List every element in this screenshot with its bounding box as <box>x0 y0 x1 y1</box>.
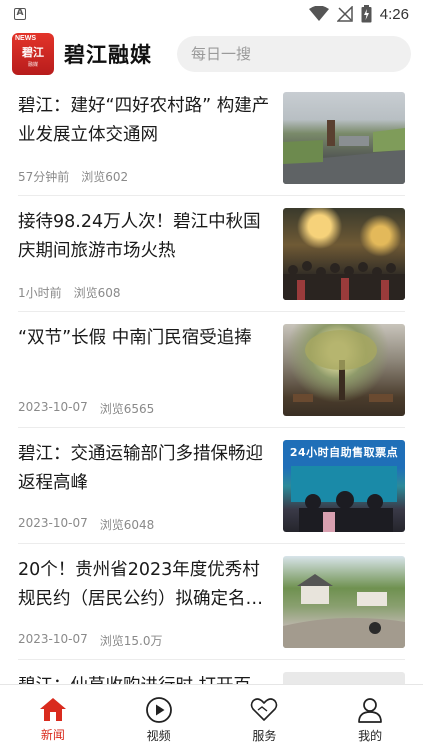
nav-item-profile[interactable]: 我的 <box>317 685 423 752</box>
search-bar[interactable] <box>177 36 411 72</box>
news-thumbnail[interactable]: 24小时自助售取票点 <box>283 440 405 532</box>
play-circle-icon <box>145 696 172 723</box>
news-item[interactable]: 碧江：仙草收购进行时 打开百 <box>18 660 405 684</box>
news-title[interactable]: 碧江：建好“四好农村路” 构建产业发展立体交通网 <box>18 92 273 150</box>
nav-item-video[interactable]: 视频 <box>106 685 212 752</box>
news-views: 浏览602 <box>81 170 129 184</box>
news-title[interactable]: 碧江：交通运输部门多措保畅迎返程高峰 <box>18 440 273 498</box>
logo-subtext: 融媒 <box>27 62 38 68</box>
status-time: 4:26 <box>379 5 409 23</box>
news-views: 浏览6565 <box>99 402 155 416</box>
nav-item-news[interactable]: 新闻 <box>0 685 106 752</box>
news-thumbnail[interactable] <box>283 324 405 416</box>
user-icon <box>358 697 382 723</box>
nav-label: 我的 <box>358 728 383 743</box>
news-time: 57分钟前 <box>18 170 70 184</box>
status-bar: A 4:26 <box>0 0 423 28</box>
news-views: 浏览608 <box>73 286 121 300</box>
news-item[interactable]: 碧江：建好“四好农村路” 构建产业发展立体交通网 57分钟前 浏览602 <box>18 80 405 196</box>
news-item[interactable]: 接待98.24万人次！碧江中秋国庆期间旅游市场火热 1小时前 浏览608 <box>18 196 405 312</box>
heart-hands-icon <box>251 697 278 721</box>
home-icon <box>39 697 66 721</box>
news-feed[interactable]: 碧江：建好“四好农村路” 构建产业发展立体交通网 57分钟前 浏览602 接待9… <box>0 80 423 684</box>
news-time: 2023-10-07 <box>18 632 88 646</box>
app-header: NEWS 碧江 融媒 碧江融媒 <box>0 28 423 80</box>
news-time: 2023-10-07 <box>18 400 88 414</box>
news-item[interactable]: 20个！贵州省2023年度优秀村规民约（居民公约）拟确定名单公示 2023-10… <box>18 544 405 660</box>
news-time: 1小时前 <box>18 286 62 300</box>
logo-text: 碧江 <box>22 46 44 59</box>
news-item[interactable]: 碧江：交通运输部门多措保畅迎返程高峰 2023-10-07 浏览6048 24小… <box>18 428 405 544</box>
wifi-icon <box>308 6 329 21</box>
battery-charging-icon <box>361 5 372 23</box>
search-input[interactable] <box>191 45 385 63</box>
news-thumbnail[interactable] <box>283 208 405 300</box>
app-title: 碧江融媒 <box>64 43 152 67</box>
news-title[interactable]: “双节”长假 中南门民宿受追捧 <box>18 324 273 382</box>
news-title[interactable]: 20个！贵州省2023年度优秀村规民约（居民公约）拟确定名单公示 <box>18 556 273 614</box>
no-signal-icon <box>336 6 353 22</box>
ticket-machine-photo <box>291 466 397 532</box>
nav-label: 新闻 <box>40 727 65 742</box>
logo-badge: NEWS <box>15 35 36 42</box>
bottom-nav: 新闻 视频 服务 我的 <box>0 684 423 752</box>
news-views: 浏览6048 <box>99 518 155 532</box>
news-title[interactable]: 碧江：仙草收购进行时 打开百 <box>18 672 273 684</box>
crowd-photo <box>283 261 405 300</box>
news-time: 2023-10-07 <box>18 516 88 530</box>
news-thumbnail[interactable] <box>283 92 405 184</box>
nav-item-service[interactable]: 服务 <box>212 685 318 752</box>
app-logo: NEWS 碧江 融媒 <box>12 33 54 75</box>
road-photo <box>283 120 405 184</box>
nav-label: 视频 <box>146 728 171 743</box>
notification-badge-icon: A <box>14 8 26 20</box>
news-views: 浏览15.0万 <box>99 634 163 648</box>
news-thumbnail[interactable] <box>283 556 405 648</box>
courtyard-photo <box>293 330 393 402</box>
village-photo <box>283 574 405 648</box>
news-item[interactable]: “双节”长假 中南门民宿受追捧 2023-10-07 浏览6565 <box>18 312 405 428</box>
nav-label: 服务 <box>252 728 277 743</box>
news-thumbnail[interactable] <box>283 672 405 684</box>
news-title[interactable]: 接待98.24万人次！碧江中秋国庆期间旅游市场火热 <box>18 208 273 266</box>
